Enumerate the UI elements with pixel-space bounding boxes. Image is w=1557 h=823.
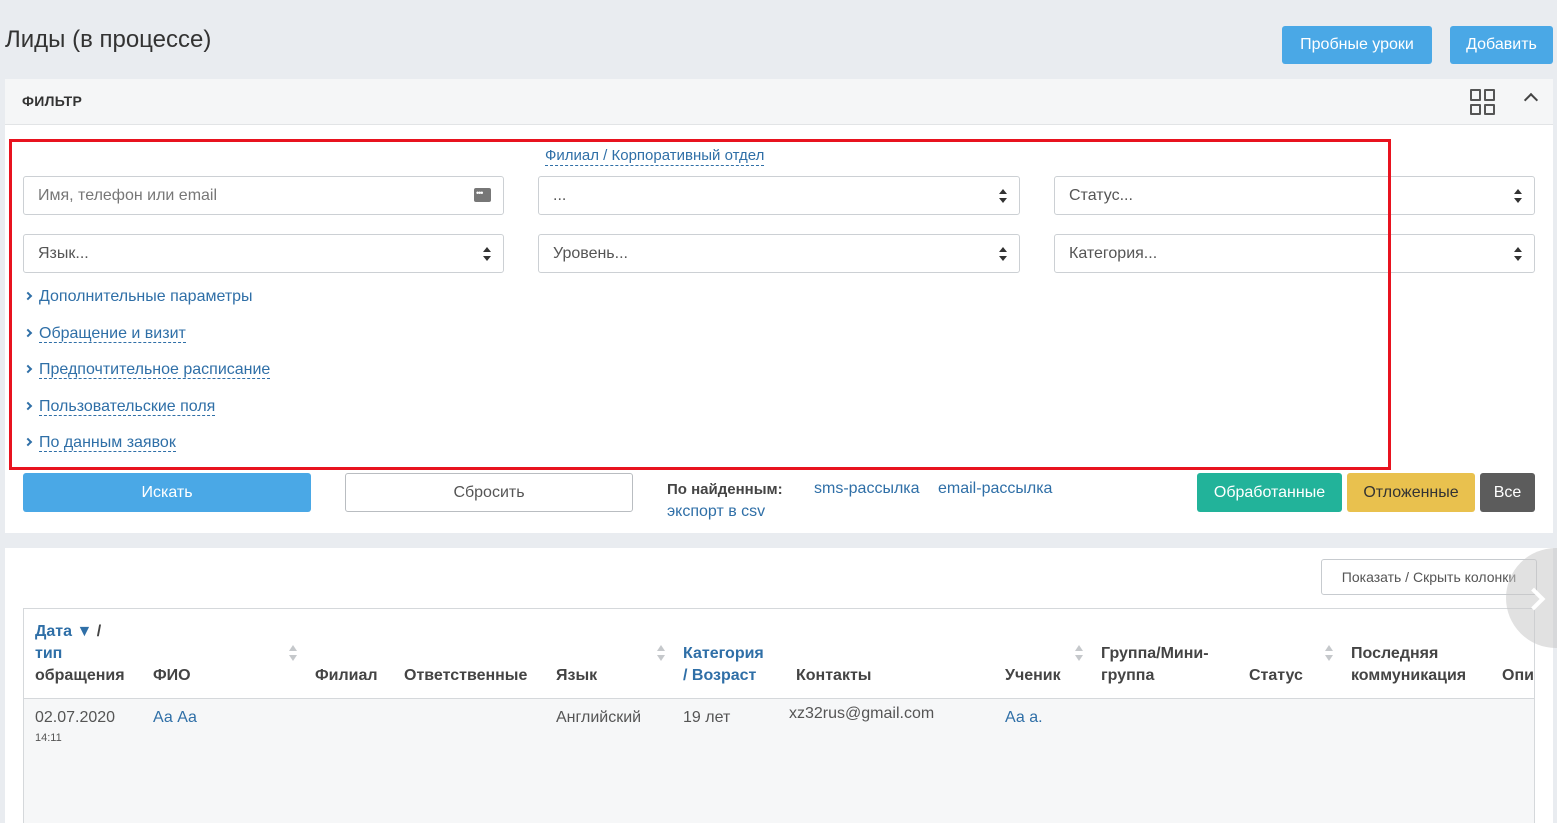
header-responsible: Ответственные <box>404 667 528 684</box>
contact-card-icon <box>474 175 491 212</box>
toggle-columns-button[interactable]: Показать / Скрыть колонки <box>1321 559 1537 595</box>
header-last-communication: Последняя коммуникация <box>1351 645 1467 684</box>
leads-table: Дата ▼ / тип обращения ФИО Филиал Ответс… <box>23 608 1535 823</box>
deferred-button[interactable]: Отложенные <box>1347 473 1475 512</box>
found-label: По найденным: <box>667 481 783 498</box>
search-button[interactable]: Искать <box>23 473 311 512</box>
expander-request-data[interactable]: По данным заявок <box>23 433 176 453</box>
sort-icon[interactable] <box>289 645 297 661</box>
cell-age: 19 лет <box>683 709 731 726</box>
language-select[interactable]: Язык... <box>23 234 504 273</box>
sort-icon[interactable] <box>1075 645 1083 661</box>
header-status[interactable]: Статус <box>1249 665 1303 687</box>
header-fio[interactable]: ФИО <box>153 665 191 687</box>
grid-layout-icon[interactable] <box>1470 89 1496 115</box>
select-arrows-icon <box>1514 189 1522 203</box>
header-date[interactable]: Дата ▼ / тип обращения <box>35 621 125 687</box>
filter-title: ФИЛЬТР <box>22 93 83 109</box>
header-contacts: Контакты <box>796 667 872 684</box>
processed-button[interactable]: Обработанные <box>1197 473 1342 512</box>
level-select[interactable]: Уровень... <box>538 234 1020 273</box>
add-button[interactable]: Добавить <box>1450 26 1553 64</box>
table-body: 02.07.2020 14:11 Аа Аа Английский 19 лет… <box>24 699 1534 823</box>
chevron-up-icon[interactable] <box>1523 92 1539 108</box>
cell-time: 14:11 <box>35 732 62 744</box>
header-branch: Филиал <box>315 667 378 684</box>
select-arrows-icon <box>999 247 1007 261</box>
expander-appeal-visit[interactable]: Обращение и визит <box>23 324 186 344</box>
filter-header: ФИЛЬТР <box>5 79 1553 125</box>
search-input[interactable]: Имя, телефон или email <box>23 175 504 215</box>
status-select[interactable]: Статус... <box>1054 176 1535 215</box>
chevron-right-icon <box>23 291 33 301</box>
branch-select[interactable]: ... <box>538 176 1020 215</box>
expander-additional-params[interactable]: Дополнительные параметры <box>23 287 253 307</box>
expander-custom-fields[interactable]: Пользовательские поля <box>23 397 216 417</box>
sms-link[interactable]: sms-рассылка <box>814 480 920 498</box>
email-link[interactable]: email-рассылка <box>938 480 1052 498</box>
all-button[interactable]: Все <box>1480 473 1535 512</box>
select-arrows-icon <box>1514 247 1522 261</box>
reset-button[interactable]: Сбросить <box>345 473 633 512</box>
select-arrows-icon <box>999 189 1007 203</box>
header-group: Группа/Мини- группа <box>1101 645 1209 684</box>
branch-link[interactable]: Филиал / Корпоративный отдел <box>545 147 765 166</box>
table-header: Дата ▼ / тип обращения ФИО Филиал Ответс… <box>24 609 1534 699</box>
sort-icon[interactable] <box>657 645 665 661</box>
header-category[interactable]: Категория / Возраст <box>683 643 764 687</box>
header-description: Опи <box>1502 667 1534 684</box>
chevron-right-icon <box>23 328 33 338</box>
csv-export-link[interactable]: экспорт в csv <box>667 503 765 521</box>
chevron-right-icon <box>23 437 33 447</box>
header-student[interactable]: Ученик <box>1005 665 1061 687</box>
cell-student[interactable]: Аа а. <box>1005 709 1043 727</box>
header-language[interactable]: Язык <box>556 665 597 687</box>
chevron-right-icon <box>23 401 33 411</box>
chevron-right-icon <box>23 364 33 374</box>
cell-fio[interactable]: Аа Аа <box>153 709 197 727</box>
cell-date: 02.07.2020 <box>35 709 116 726</box>
page-title: Лиды (в процессе) <box>5 26 212 53</box>
cell-contacts: xz32rus@gmail.com <box>789 705 935 722</box>
expander-preferred-schedule[interactable]: Предпочтительное расписание <box>23 360 271 380</box>
select-arrows-icon <box>483 247 491 261</box>
cell-language: Английский <box>556 709 642 726</box>
trial-lessons-button[interactable]: Пробные уроки <box>1282 26 1432 64</box>
sort-icon[interactable] <box>1325 645 1333 661</box>
category-select[interactable]: Категория... <box>1054 234 1535 273</box>
leads-table-panel: Показать / Скрыть колонки Дата ▼ / тип о… <box>5 548 1557 823</box>
filter-panel: ФИЛЬТР Филиал / Корпоративный отдел Имя,… <box>5 79 1553 533</box>
